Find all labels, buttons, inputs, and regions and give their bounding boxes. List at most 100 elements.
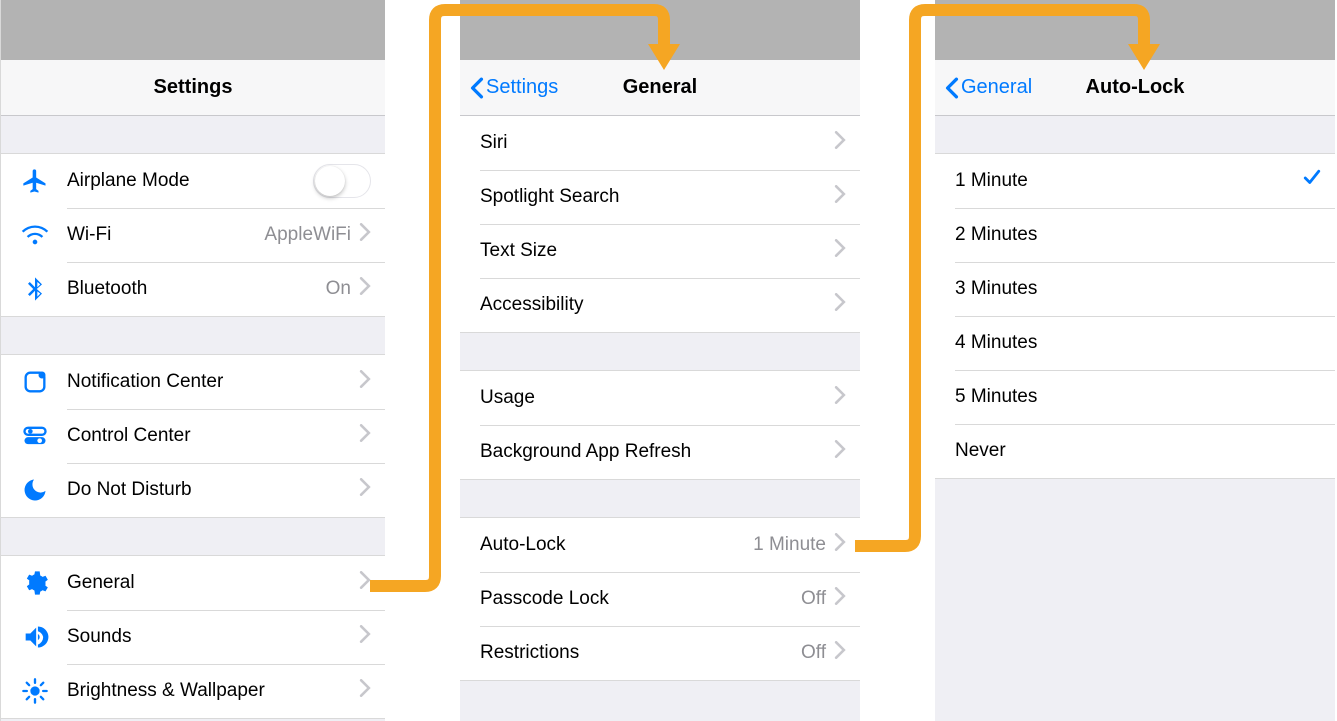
airplane-icon <box>15 167 55 195</box>
chevron-right-icon <box>834 239 846 263</box>
row-notification-center[interactable]: Notification Center <box>1 355 385 409</box>
row-label: Wi-Fi <box>67 224 264 246</box>
moon-icon <box>15 476 55 504</box>
general-group-3: Auto-Lock 1 Minute Passcode Lock Off Res… <box>460 518 860 681</box>
row-label: Passcode Lock <box>480 588 801 610</box>
back-button[interactable]: General <box>945 76 1032 99</box>
row-wifi[interactable]: Wi-Fi AppleWiFi <box>1 208 385 262</box>
row-label: Notification Center <box>67 371 359 393</box>
back-button[interactable]: Settings <box>470 76 558 99</box>
option-1-minute[interactable]: 1 Minute <box>935 154 1335 208</box>
row-label: Sounds <box>67 626 359 648</box>
navbar-autolock: General Auto-Lock <box>935 60 1335 116</box>
chevron-right-icon <box>834 533 846 557</box>
row-label: Do Not Disturb <box>67 479 359 501</box>
row-brightness-wallpaper[interactable]: Brightness & Wallpaper <box>1 664 385 718</box>
row-label: Control Center <box>67 425 359 447</box>
chevron-right-icon <box>359 370 371 394</box>
row-label: Brightness & Wallpaper <box>67 680 359 702</box>
chevron-right-icon <box>359 625 371 649</box>
section-gap <box>1 317 385 355</box>
row-detail: 1 Minute <box>753 534 826 556</box>
airplane-toggle[interactable] <box>313 164 371 198</box>
bluetooth-icon <box>15 275 55 303</box>
section-gap <box>1 518 385 556</box>
chevron-right-icon <box>359 571 371 595</box>
settings-screen: Settings Airplane Mode Wi-Fi AppleWiFi <box>0 0 385 721</box>
notification-icon <box>15 368 55 396</box>
control-center-icon <box>15 422 55 450</box>
row-label: Never <box>955 440 1321 462</box>
chevron-right-icon <box>359 277 371 301</box>
option-4-minutes[interactable]: 4 Minutes <box>935 316 1335 370</box>
page-title: General <box>623 76 697 99</box>
row-restrictions[interactable]: Restrictions Off <box>460 626 860 680</box>
row-background-app-refresh[interactable]: Background App Refresh <box>460 425 860 479</box>
row-sounds[interactable]: Sounds <box>1 610 385 664</box>
row-auto-lock[interactable]: Auto-Lock 1 Minute <box>460 518 860 572</box>
row-label: Spotlight Search <box>480 186 834 208</box>
row-label: Siri <box>480 132 834 154</box>
row-label: 1 Minute <box>955 170 1303 192</box>
general-group-2: Usage Background App Refresh <box>460 371 860 480</box>
row-spotlight-search[interactable]: Spotlight Search <box>460 170 860 224</box>
row-label: Bluetooth <box>67 278 326 300</box>
row-siri[interactable]: Siri <box>460 116 860 170</box>
row-label: 3 Minutes <box>955 278 1321 300</box>
option-2-minutes[interactable]: 2 Minutes <box>935 208 1335 262</box>
gap-1 <box>385 0 460 721</box>
back-label: General <box>961 76 1032 99</box>
section-gap <box>460 480 860 518</box>
row-detail: On <box>326 278 351 300</box>
chevron-right-icon <box>834 641 846 665</box>
section-gap <box>935 116 1335 154</box>
option-5-minutes[interactable]: 5 Minutes <box>935 370 1335 424</box>
row-label: Text Size <box>480 240 834 262</box>
row-label: Airplane Mode <box>67 170 313 192</box>
auto-lock-screen: General Auto-Lock 1 Minute 2 Minutes 3 M… <box>935 0 1335 721</box>
row-label: 2 Minutes <box>955 224 1321 246</box>
chevron-right-icon <box>834 293 846 317</box>
row-airplane-mode[interactable]: Airplane Mode <box>1 154 385 208</box>
section-gap <box>460 333 860 371</box>
gear-icon <box>15 569 55 597</box>
gap-2 <box>860 0 935 721</box>
row-label: Accessibility <box>480 294 834 316</box>
status-bar <box>1 0 385 60</box>
general-screen: Settings General Siri Spotlight Search T… <box>460 0 860 721</box>
status-bar <box>460 0 860 60</box>
row-usage[interactable]: Usage <box>460 371 860 425</box>
option-3-minutes[interactable]: 3 Minutes <box>935 262 1335 316</box>
option-never[interactable]: Never <box>935 424 1335 478</box>
row-text-size[interactable]: Text Size <box>460 224 860 278</box>
row-passcode-lock[interactable]: Passcode Lock Off <box>460 572 860 626</box>
row-control-center[interactable]: Control Center <box>1 409 385 463</box>
chevron-right-icon <box>359 478 371 502</box>
row-detail: AppleWiFi <box>264 224 351 246</box>
general-content: Siri Spotlight Search Text Size Accessib… <box>460 116 860 721</box>
navbar-settings: Settings <box>1 60 385 116</box>
row-label: Auto-Lock <box>480 534 753 556</box>
wifi-icon <box>15 221 55 249</box>
row-accessibility[interactable]: Accessibility <box>460 278 860 332</box>
general-group-1: Siri Spotlight Search Text Size Accessib… <box>460 116 860 333</box>
chevron-right-icon <box>359 424 371 448</box>
chevron-right-icon <box>834 440 846 464</box>
row-label: 5 Minutes <box>955 386 1321 408</box>
settings-group-connectivity: Airplane Mode Wi-Fi AppleWiFi <box>1 154 385 317</box>
chevron-right-icon <box>359 679 371 703</box>
row-bluetooth[interactable]: Bluetooth On <box>1 262 385 316</box>
row-do-not-disturb[interactable]: Do Not Disturb <box>1 463 385 517</box>
section-gap <box>1 116 385 154</box>
settings-group-personal: Notification Center Control Center <box>1 355 385 518</box>
autolock-content: 1 Minute 2 Minutes 3 Minutes 4 Minutes 5… <box>935 116 1335 721</box>
speaker-icon <box>15 623 55 651</box>
checkmark-icon <box>1303 169 1321 193</box>
autolock-options: 1 Minute 2 Minutes 3 Minutes 4 Minutes 5… <box>935 154 1335 479</box>
status-bar <box>935 0 1335 60</box>
row-detail: Off <box>801 588 826 610</box>
row-general[interactable]: General <box>1 556 385 610</box>
chevron-right-icon <box>834 386 846 410</box>
chevron-right-icon <box>359 223 371 247</box>
settings-content: Airplane Mode Wi-Fi AppleWiFi <box>1 116 385 721</box>
